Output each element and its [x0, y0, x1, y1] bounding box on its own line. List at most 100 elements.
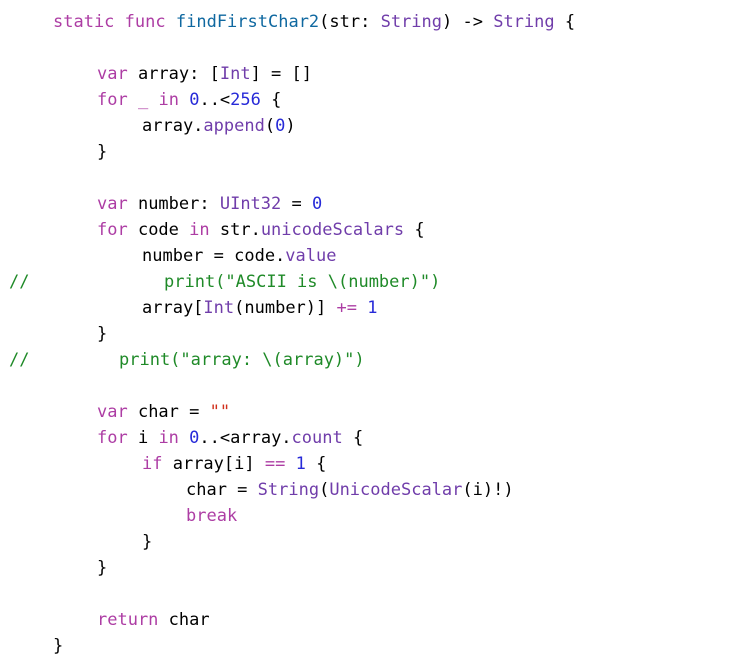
code-token: ..< — [199, 90, 231, 110]
code-line[interactable]: array[Int(number)] += 1 — [142, 295, 377, 321]
code-token: unicodeScalars — [260, 220, 405, 240]
code-line[interactable]: number = code.value — [142, 243, 336, 269]
code-line[interactable]: array.append(0) — [142, 113, 296, 139]
code-token: ( — [319, 480, 330, 500]
code-line[interactable]: var char = "" — [97, 399, 230, 425]
code-token: 1 — [295, 454, 306, 474]
comment-text: print("array: \(array)") — [119, 350, 365, 370]
code-token: { — [260, 90, 282, 110]
code-editor[interactable]: static func findFirstChar2(str: String) … — [0, 0, 746, 672]
code-token: == — [264, 454, 286, 474]
code-token: for — [97, 220, 128, 240]
code-token: number = code. — [142, 246, 286, 266]
code-token: { — [305, 454, 327, 474]
code-line[interactable]: for code in str.unicodeScalars { — [97, 217, 425, 243]
code-line[interactable]: for _ in 0..<256 { — [97, 87, 281, 113]
code-token: for — [97, 90, 128, 110]
code-line[interactable]: } — [53, 633, 63, 659]
code-token: in — [189, 220, 210, 240]
code-token: count — [291, 428, 343, 448]
code-token: if — [142, 454, 163, 474]
code-line[interactable]: var number: UInt32 = 0 — [97, 191, 322, 217]
code-token: ] = [] — [250, 64, 312, 84]
code-token: str. — [209, 220, 261, 240]
code-token: char = — [186, 480, 258, 500]
code-token: String — [380, 12, 443, 32]
code-token: } — [97, 142, 108, 162]
code-token: return — [97, 610, 159, 630]
code-token: char = — [127, 402, 210, 422]
code-token: i — [127, 428, 159, 448]
code-token: array. — [142, 116, 204, 136]
code-token: findFirstChar2 — [175, 12, 320, 32]
code-token: array: [ — [127, 64, 220, 84]
code-token: _ — [137, 90, 149, 110]
code-token: number: — [127, 194, 220, 214]
code-line[interactable]: // — [9, 269, 29, 295]
code-line[interactable]: static func findFirstChar2(str: String) … — [53, 9, 575, 35]
code-token: func — [124, 12, 166, 32]
code-token: append — [203, 116, 265, 136]
code-token: ..<array. — [199, 428, 292, 448]
code-token: static — [53, 12, 115, 32]
code-token: } — [97, 324, 108, 344]
code-token: (i)!) — [462, 480, 514, 500]
code-line[interactable]: } — [97, 555, 107, 581]
code-line[interactable]: break — [186, 503, 237, 529]
code-line[interactable]: } — [97, 139, 107, 165]
code-token: { — [404, 220, 425, 240]
code-token: ) — [285, 116, 296, 136]
code-token: Int — [219, 64, 251, 84]
code-token: code — [127, 220, 190, 240]
code-line[interactable]: char = String(UnicodeScalar(i)!) — [186, 477, 514, 503]
code-token: { — [342, 428, 364, 448]
code-line[interactable]: if array[i] == 1 { — [142, 451, 326, 477]
code-token: 0 — [275, 116, 286, 136]
code-token: in — [158, 428, 179, 448]
code-token: array[ — [142, 298, 204, 318]
code-line[interactable]: return char — [97, 607, 210, 633]
code-token: 1 — [367, 298, 378, 318]
code-token: { — [554, 12, 576, 32]
code-line[interactable]: var array: [Int] = [] — [97, 61, 312, 87]
code-token: break — [186, 506, 238, 526]
comment-text: print("ASCII is \(number)") — [164, 272, 441, 292]
code-token: (number)] — [234, 298, 337, 318]
code-token: } — [142, 532, 153, 552]
code-line[interactable]: } — [142, 529, 152, 555]
code-line[interactable]: } — [97, 321, 107, 347]
code-token: array[i] — [162, 454, 265, 474]
code-token: var — [97, 64, 128, 84]
code-line[interactable]: for i in 0..<array.count { — [97, 425, 363, 451]
code-line[interactable]: // — [9, 347, 29, 373]
code-token: += — [336, 298, 357, 318]
code-token: } — [53, 636, 64, 656]
code-token: String — [493, 12, 555, 32]
code-token: value — [285, 246, 337, 266]
code-token: = — [281, 194, 312, 214]
code-token: Int — [203, 298, 235, 318]
code-token: var — [97, 402, 128, 422]
code-token: 0 — [311, 194, 323, 214]
code-token: (str: — [319, 12, 381, 32]
code-token: ( — [264, 116, 276, 136]
code-token: // — [9, 272, 30, 292]
code-token: var — [97, 194, 128, 214]
code-token: UnicodeScalar — [329, 480, 463, 500]
code-token: } — [97, 558, 108, 578]
code-token: String — [257, 480, 320, 500]
code-token: 0 — [189, 428, 200, 448]
code-token: 0 — [189, 90, 200, 110]
code-token: char — [158, 610, 210, 630]
code-token: 256 — [230, 90, 261, 110]
code-token: ) -> — [442, 12, 494, 32]
code-token: for — [97, 428, 128, 448]
code-token: UInt32 — [219, 194, 282, 214]
